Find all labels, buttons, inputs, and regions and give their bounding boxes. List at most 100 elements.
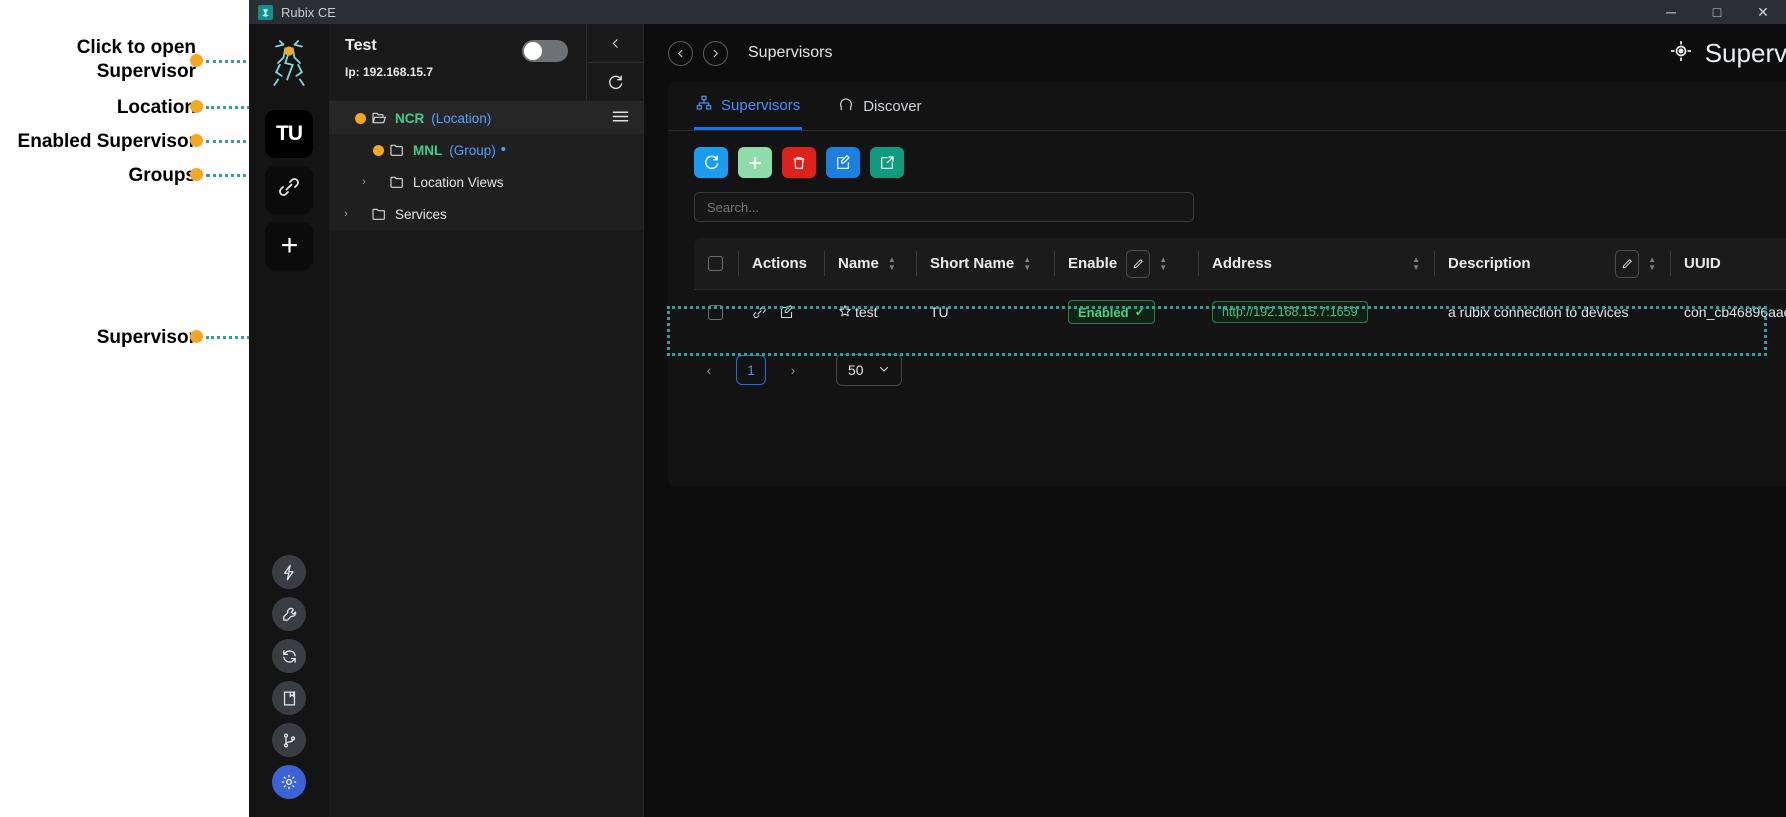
row-name: test [855, 304, 878, 320]
filter-description-icon[interactable] [1615, 249, 1640, 278]
rail-tile-tu[interactable]: TU [265, 110, 313, 158]
row-enable-cell: Enabled ✓ [1054, 300, 1198, 324]
sort-name-icon[interactable]: ▲ ▼ [888, 255, 896, 271]
git-branch-icon[interactable] [272, 723, 306, 757]
collapse-panel-button[interactable] [587, 24, 643, 62]
annotation-label-2: Enabled Supervisor [17, 131, 196, 152]
rail-tile-link[interactable] [265, 166, 313, 214]
folder-icon-services [371, 206, 387, 222]
row-short-name: TU [930, 304, 949, 320]
column-address-label: Address [1212, 255, 1273, 272]
annotation-label-1: Location [116, 97, 196, 118]
tree-panel: Test Ip: 192.168.15.7 NCR (Location) MNL… [329, 24, 644, 817]
window-controls: ─ □ ✕ [1648, 0, 1786, 24]
tree-caret-services[interactable]: › [337, 208, 355, 220]
tree-panel-ip: Ip: 192.168.15.7 [345, 65, 434, 79]
tree-panel-header-actions [586, 24, 643, 101]
folder-open-icon [371, 110, 387, 126]
search-input[interactable] [694, 192, 1194, 222]
edit-button[interactable] [826, 147, 860, 178]
column-actions: Actions [738, 238, 824, 289]
tab-supervisors[interactable]: Supervisors [694, 82, 803, 130]
row-short-name-cell: TU [916, 304, 1054, 320]
panel-tabs: Supervisors Discover [668, 82, 1786, 131]
wrench-icon[interactable] [272, 597, 306, 631]
filter-enable-icon[interactable] [1126, 249, 1151, 278]
column-description[interactable]: Description ▲ ▼ [1434, 238, 1670, 289]
chevron-down-icon [878, 362, 890, 378]
tree-node-ncr-kind: (Location) [431, 110, 492, 126]
tree-node-location-views[interactable]: › Location Views [329, 166, 643, 198]
radar-icon [838, 97, 854, 117]
select-all-header [694, 238, 738, 289]
sync-icon[interactable] [272, 639, 306, 673]
tree-panel-header-main: Test Ip: 192.168.15.7 [329, 24, 522, 101]
pagination: ‹ 1 › 50 [668, 334, 1786, 386]
flash-icon[interactable] [272, 555, 306, 589]
book-icon[interactable] [272, 681, 306, 715]
minimize-button[interactable]: ─ [1648, 0, 1694, 24]
tree-caret-location-views[interactable]: › [355, 176, 373, 188]
star-icon[interactable] [838, 304, 852, 321]
tree-node-mnl-kind: (Group) [449, 142, 496, 158]
page-1-button[interactable]: 1 [736, 355, 766, 385]
breadcrumb[interactable]: Supervisors [748, 44, 832, 62]
page-size-value: 50 [848, 362, 864, 378]
icon-rail: TU + [249, 24, 329, 817]
search-container [668, 178, 1786, 222]
rubix-frog-logo[interactable] [249, 24, 329, 102]
status-badge-label: Enabled [1078, 304, 1129, 320]
target-icon [1669, 39, 1693, 68]
nav-group: Supervisors [668, 40, 832, 66]
column-short-name-label: Short Name [930, 255, 1015, 272]
add-button[interactable] [738, 147, 772, 178]
status-dot-mnl [373, 144, 384, 156]
select-all-checkbox[interactable] [708, 256, 723, 271]
sort-address-icon[interactable]: ▲ ▼ [1412, 255, 1420, 271]
tree-node-ncr[interactable]: NCR (Location) [329, 102, 643, 134]
sort-enable-icon[interactable]: ▲ ▼ [1159, 255, 1167, 271]
row-select-cell [694, 304, 738, 320]
row-checkbox[interactable] [708, 304, 723, 320]
page-title: Supervisors [1704, 37, 1786, 68]
refresh-tree-button[interactable] [587, 62, 643, 101]
table-row[interactable]: test TU Enabled ✓ http://192.168.15.7:16… [694, 290, 1786, 334]
gear-icon[interactable] [272, 765, 306, 799]
row-address[interactable]: http://192.168.15.7:1659 [1212, 301, 1368, 323]
annotation-dot-2 [190, 134, 203, 147]
nav-back-button[interactable] [668, 40, 693, 66]
column-uuid: UUID [1670, 238, 1786, 289]
main-toolbar: Supervisors Supervisors [644, 24, 1786, 82]
column-enable[interactable]: Enable ▲ ▼ [1054, 238, 1198, 289]
delete-button[interactable] [782, 147, 816, 178]
row-description: a rubix connection to devices [1448, 304, 1629, 320]
tree-node-ncr-name: NCR [395, 110, 425, 126]
table-action-toolbar [668, 131, 1786, 178]
edit-icon[interactable] [779, 304, 794, 320]
next-page-button[interactable]: › [778, 355, 808, 385]
tree-node-services[interactable]: › Services [329, 198, 643, 230]
tab-discover[interactable]: Discover [836, 82, 923, 130]
refresh-button[interactable] [694, 147, 728, 178]
nav-forward-button[interactable] [703, 40, 728, 66]
column-enable-label: Enable [1068, 255, 1118, 272]
close-button[interactable]: ✕ [1740, 0, 1786, 24]
column-address[interactable]: Address ▲ ▼ [1198, 238, 1434, 289]
sort-description-icon[interactable]: ▲ ▼ [1648, 255, 1656, 271]
connection-toggle[interactable] [522, 40, 568, 62]
column-name[interactable]: Name ▲ ▼ [824, 238, 916, 289]
plus-icon: + [280, 229, 299, 262]
sort-short-name-icon[interactable]: ▲ ▼ [1023, 255, 1031, 271]
link-icon[interactable] [752, 305, 767, 320]
folder-icon-location-views [389, 174, 405, 190]
tab-discover-label: Discover [863, 98, 922, 115]
rail-tile-add[interactable]: + [265, 222, 313, 270]
column-short-name[interactable]: Short Name ▲ ▼ [916, 238, 1054, 289]
app-logo-icon [258, 4, 273, 20]
tree-node-mnl[interactable]: MNL (Group) • [329, 134, 643, 166]
hamburger-icon[interactable] [612, 110, 629, 127]
export-button[interactable] [870, 147, 904, 178]
page-size-select[interactable]: 50 [836, 354, 902, 386]
maximize-button[interactable]: □ [1694, 0, 1740, 24]
prev-page-button[interactable]: ‹ [694, 355, 724, 385]
